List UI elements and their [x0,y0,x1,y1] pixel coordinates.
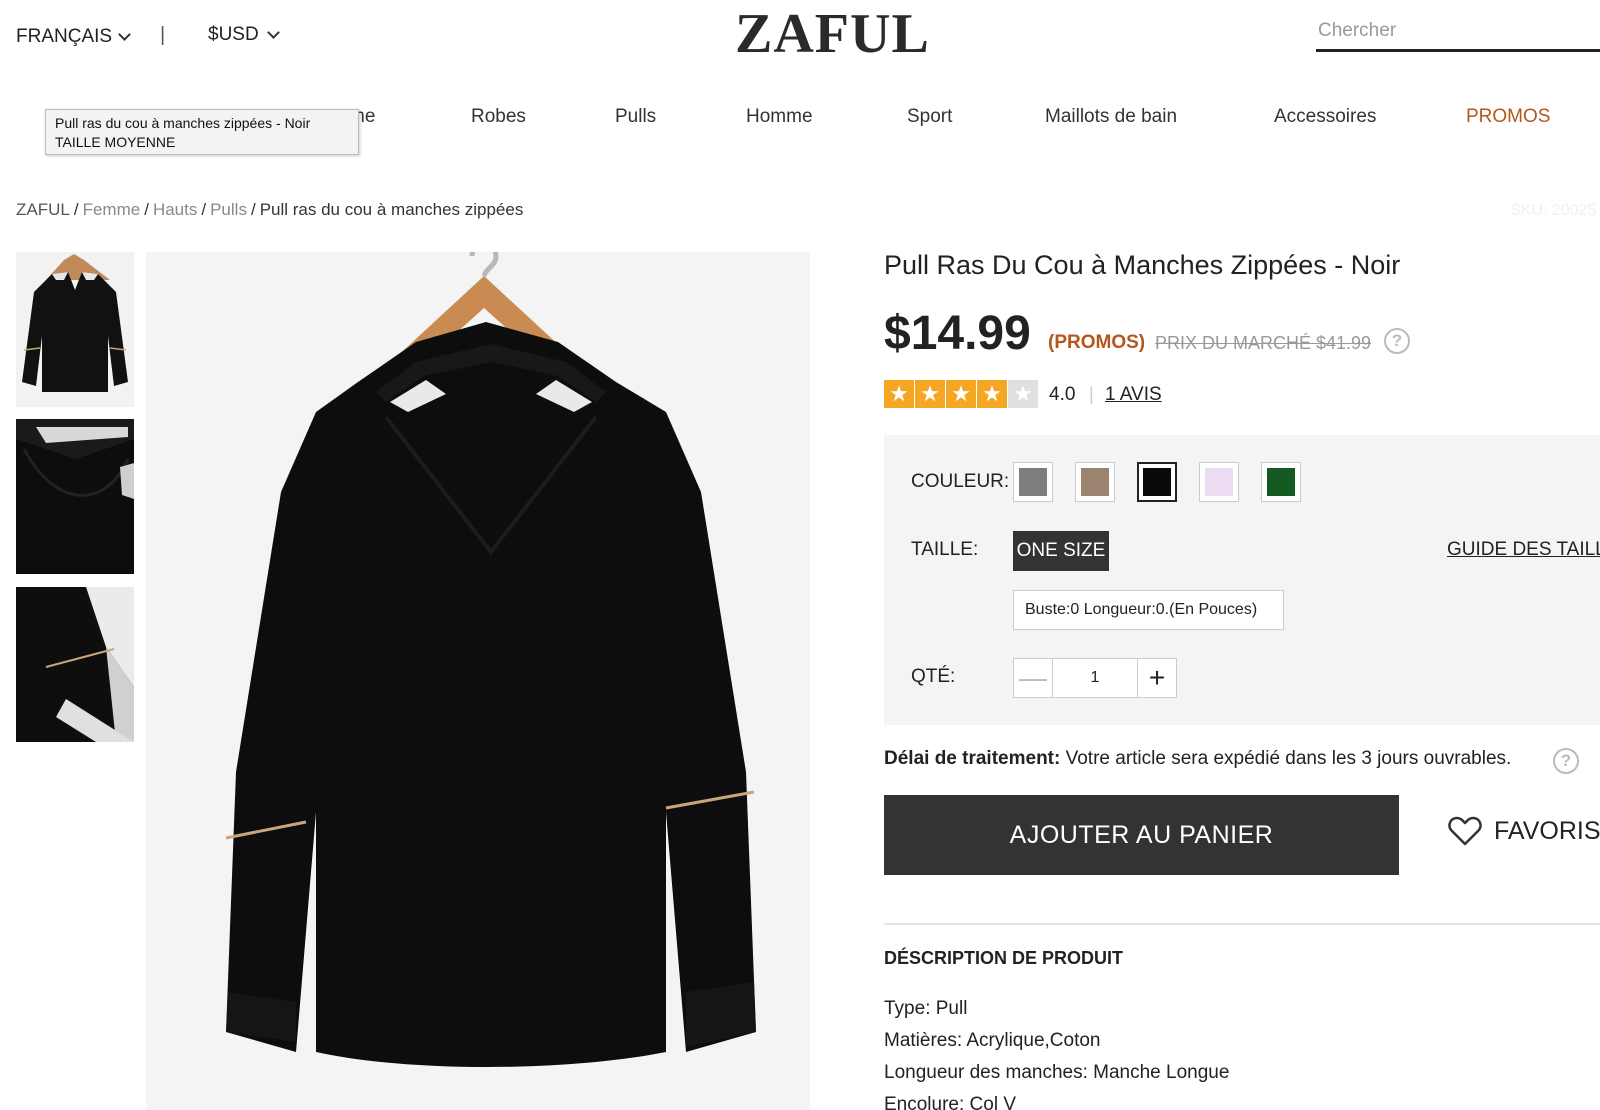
product-price: $14.99 [884,307,1031,360]
breadcrumb-item[interactable]: Pulls [210,200,247,219]
heart-icon [1448,816,1482,846]
top-bar: FRANÇAIS | $USD ZAFUL [0,0,1600,80]
nav-item-robes[interactable]: Robes [471,106,526,128]
nav-item-maillots[interactable]: Maillots de bain [1045,106,1177,128]
breadcrumb-separator: / [201,200,207,219]
product-thumbnail-3[interactable] [16,587,134,742]
favorites-label: FAVORIS [1494,816,1600,845]
breadcrumb: ZAFUL / Femme / Hauts / Pulls / Pull ras du cou … [16,200,523,220]
description-line: Longueur des manches: Manche Longue [884,1062,1230,1083]
star-icon: ★ [884,380,914,408]
star-icon: ★ [1008,380,1038,408]
product-thumbnail-2[interactable] [16,419,134,574]
product-main-image[interactable] [146,252,810,1110]
swatch-fill [1019,468,1047,496]
description-line: Encolure: Col V [884,1094,1017,1110]
size-measurements: Buste:0 Longueur:0.(En Pouces) [1013,590,1284,630]
breadcrumb-item[interactable]: ZAFUL [16,200,70,219]
breadcrumb-separator: / [144,200,149,219]
color-swatch-black[interactable] [1137,462,1177,502]
qty-input[interactable] [1053,658,1137,698]
reviews-link[interactable]: 1 AVIS [1105,384,1162,406]
nav-item-accessoires[interactable]: Accessoires [1274,106,1376,128]
size-label: TAILLE: [911,539,979,560]
sweater-thumbnail-image [16,252,134,407]
color-swatch-gray[interactable] [1013,462,1053,502]
language-label: FRANÇAIS [16,26,113,47]
breadcrumb-separator: / [250,200,256,219]
sweater-main-image [146,252,810,1110]
tooltip: Pull ras du cou à manches zippées - Noir… [45,109,359,155]
swatch-fill [1205,468,1233,496]
rating-value: 4.0 [1049,384,1076,405]
nav-item-homme[interactable]: Homme [746,106,813,128]
promo-tag: (PROMOS) [1048,332,1146,353]
qty-minus-button[interactable]: — [1013,658,1053,698]
site-logo[interactable]: ZAFUL [735,2,930,66]
breadcrumb-separator: / [73,200,79,219]
quantity-stepper: — + [1013,658,1177,698]
qty-plus-button[interactable]: + [1137,658,1177,698]
star-icon: ★ [946,380,976,408]
currency-selector[interactable]: $USD [208,24,280,46]
rating-separator: | [1089,384,1094,404]
section-divider [884,923,1600,925]
product-options-panel: COULEUR: TAILLE: ONE SIZE GUIDE DES TAIL… [884,435,1600,725]
tooltip-line-1: Pull ras du cou à manches zippées - Noir [55,115,311,131]
breadcrumb-item[interactable]: Hauts [153,200,197,219]
description-line: Type: Pull [884,998,968,1019]
sweater-detail-image [16,419,134,574]
swatch-fill [1143,468,1171,496]
color-swatch-light-purple[interactable] [1199,462,1239,502]
size-guide-link[interactable]: GUIDE DES TAILLES [1447,539,1600,561]
color-label: COULEUR: [911,471,1010,492]
product-title: Pull Ras Du Cou à Manches Zippées - Noir [884,250,1401,280]
star-icon: ★ [915,380,945,408]
processing-time: Délai de traitement: Votre article sera … [884,748,1511,770]
favorites-button[interactable]: FAVORIS [1448,815,1600,847]
nav-item-sport[interactable]: Sport [907,106,952,128]
breadcrumb-item[interactable]: Femme [83,200,141,219]
product-thumbnail-1[interactable] [16,252,134,407]
star-icon: ★ [977,380,1007,408]
breadcrumb-current: Pull ras du cou à manches zippées [259,200,524,219]
sleeve-detail-image [16,587,134,742]
color-swatch-green[interactable] [1261,462,1301,502]
swatch-fill [1267,468,1295,496]
chevron-down-icon [118,27,131,41]
swatch-fill [1081,468,1109,496]
processing-label: Délai de traitement: [884,748,1061,769]
qty-label: QTÉ: [911,666,956,687]
chevron-down-icon [266,25,280,39]
rating-stars: ★ ★ ★ ★ ★ [884,380,1038,408]
tooltip-line-2: TAILLE MOYENNE [55,134,176,150]
help-icon[interactable]: ? [1553,748,1579,774]
nav-item-pulls[interactable]: Pulls [615,106,656,128]
help-icon[interactable]: ? [1384,328,1410,354]
color-swatch-khaki[interactable] [1075,462,1115,502]
search-input[interactable] [1316,12,1600,52]
topbar-separator: | [160,24,166,46]
sku-label: SKU: 20025 [1510,202,1597,219]
processing-text: Votre article sera expédié dans les 3 jo… [1060,748,1512,769]
add-to-cart-button[interactable]: AJOUTER AU PANIER [884,795,1399,875]
nav-item-promos[interactable]: PROMOS [1466,106,1550,128]
description-title: DÉSCRIPTION DE PRODUIT [884,948,1124,968]
size-option-one-size[interactable]: ONE SIZE [1013,531,1109,571]
language-selector[interactable]: FRANÇAIS [16,26,131,48]
market-price: PRIX DU MARCHÉ $41.99 [1155,333,1372,353]
currency-label: $USD [208,24,259,45]
description-line: Matières: Acrylique,Coton [884,1030,1101,1051]
